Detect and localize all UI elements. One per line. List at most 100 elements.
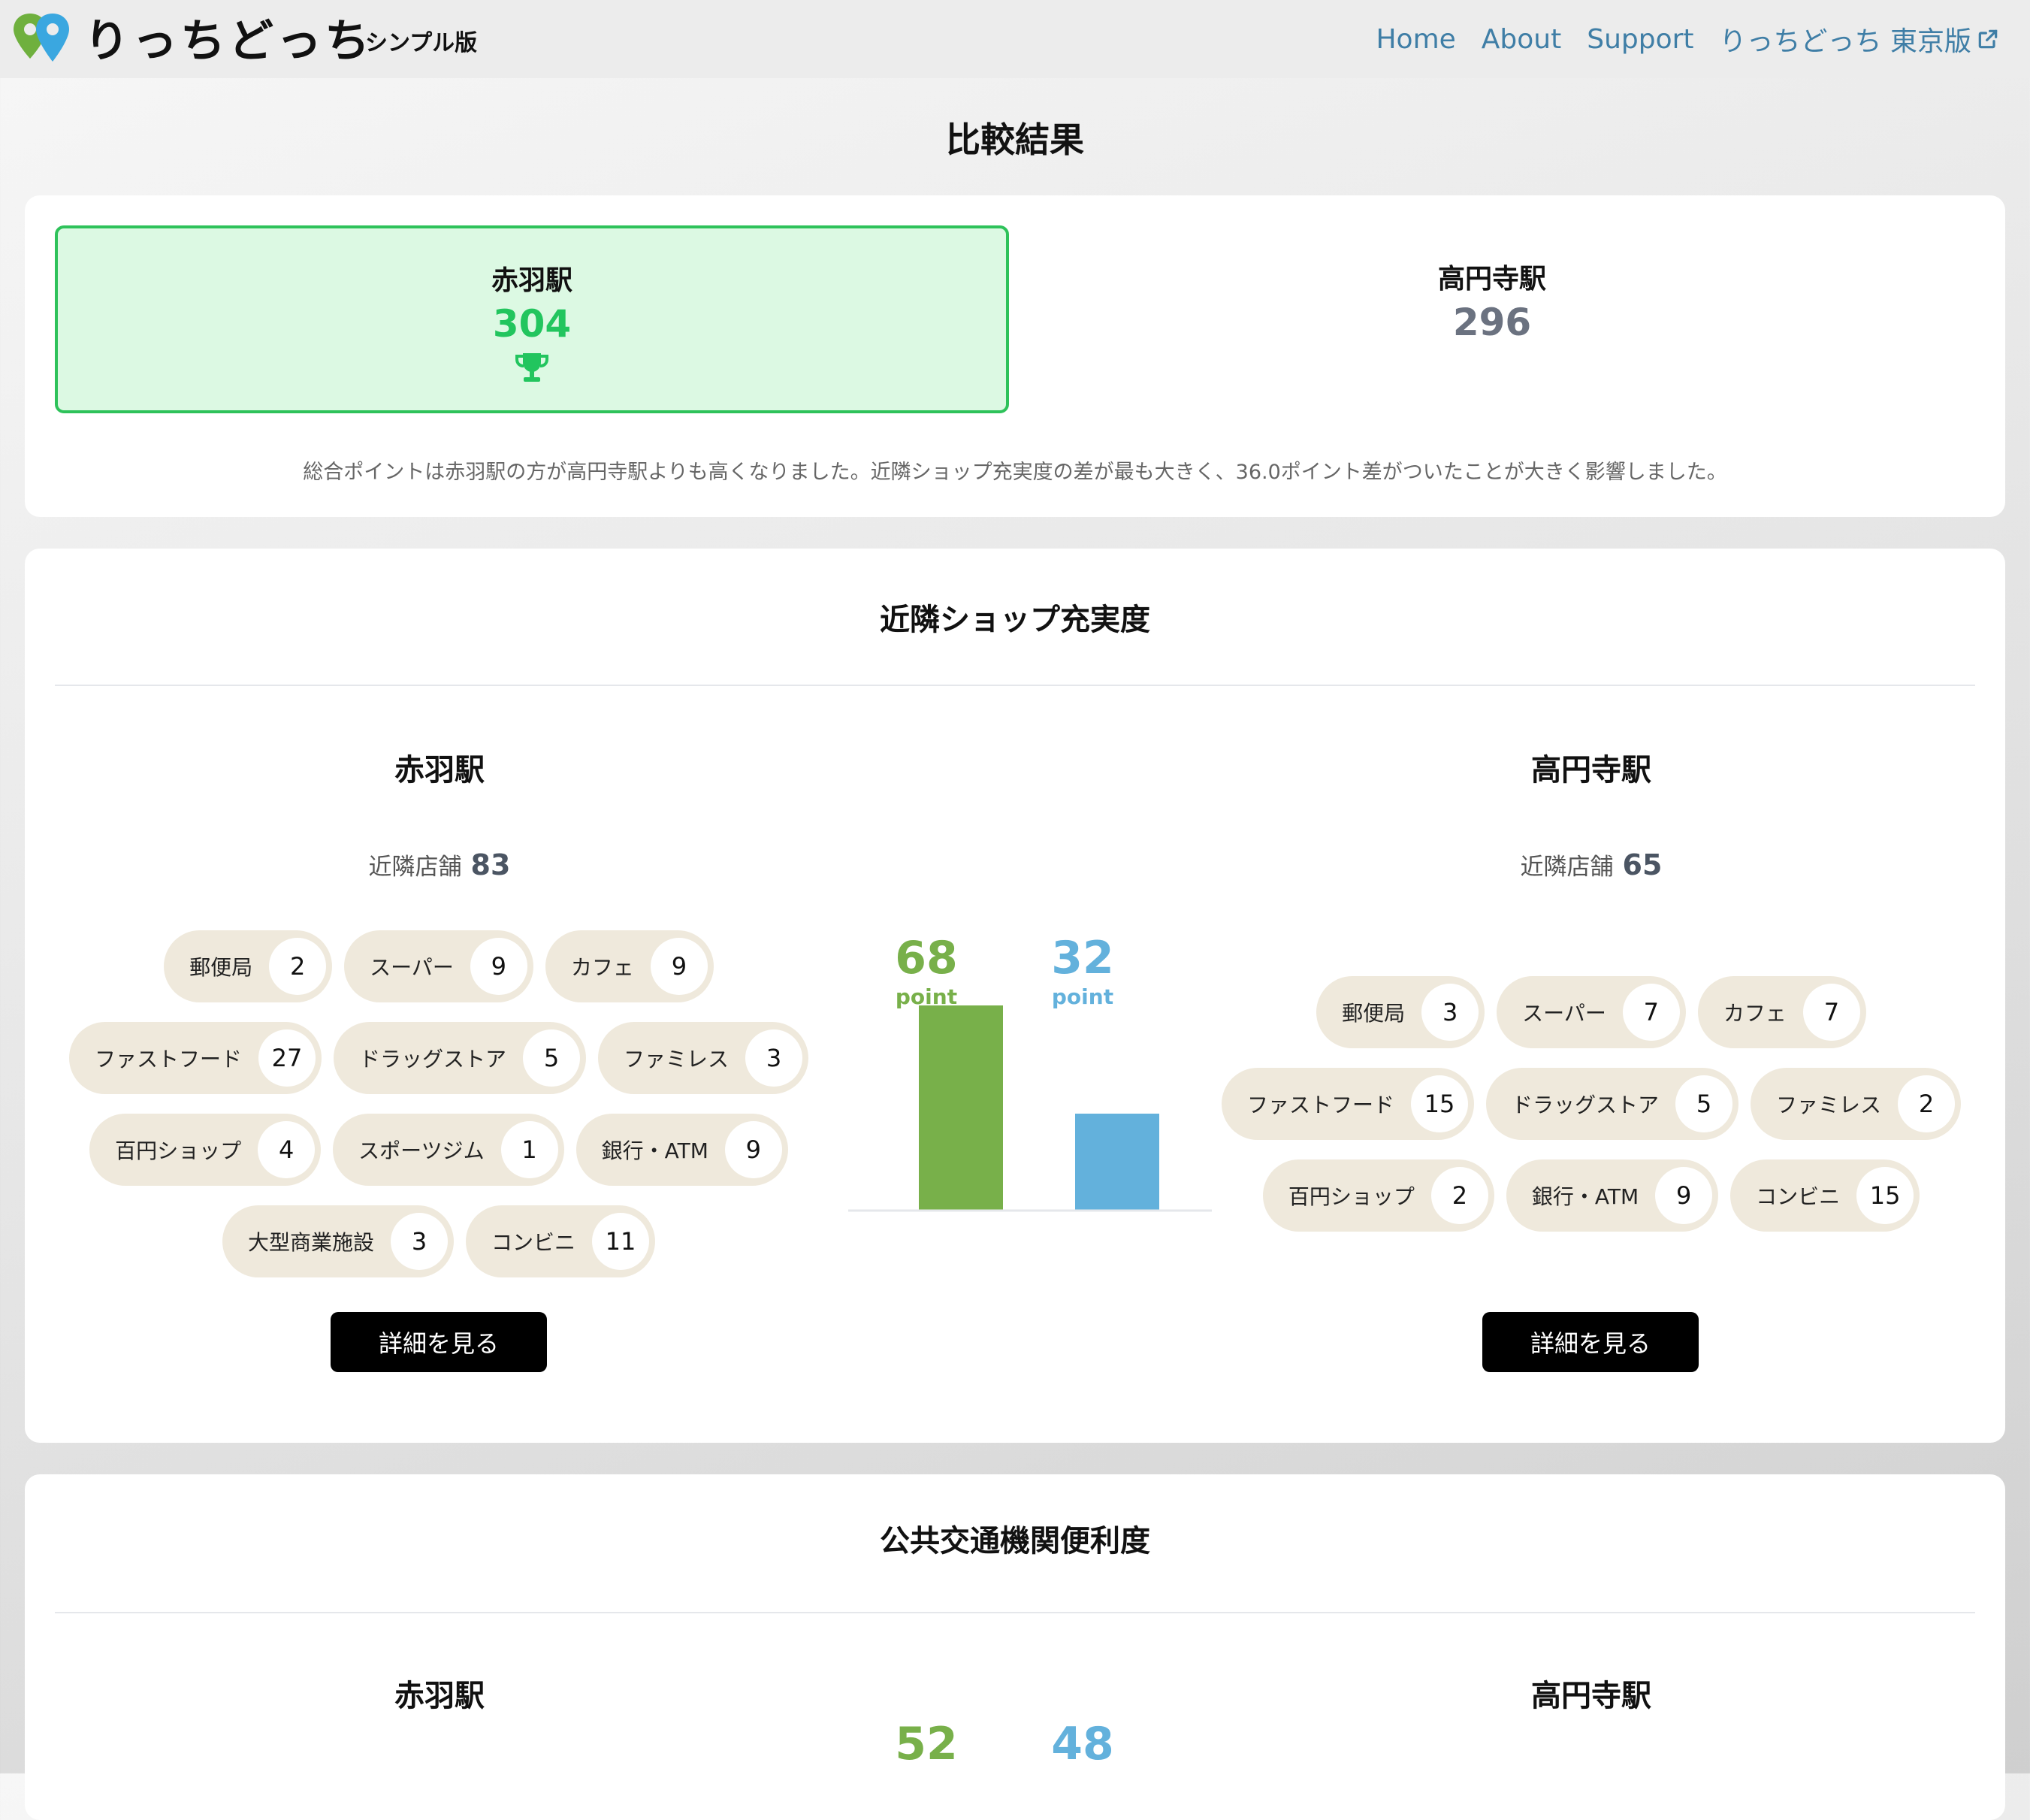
shop-category-label: 百円ショップ [115, 1138, 242, 1163]
shop-chip-row: 大型商業施設 3 コンビニ 11 [0, 1205, 890, 1277]
right-detail-button[interactable]: 詳細を見る [1482, 1312, 1699, 1372]
shop-chip-row: ファストフード 27 ドラッグストア 5 ファミレス 3 [0, 1022, 890, 1094]
shop-category-chip: スポーツジム 1 [333, 1114, 564, 1186]
shop-category-label: 銀行・ATM [601, 1138, 708, 1163]
shop-category-label: ファストフード [1246, 1093, 1394, 1117]
shop-count-value: 83 [470, 848, 511, 881]
nav-tokyo-link[interactable]: りっちどっち 東京版 [1720, 20, 2000, 59]
shop-category-count: 5 [523, 1029, 580, 1087]
shop-category-chip: スーパー 9 [344, 930, 533, 1002]
shop-category-count: 11 [592, 1213, 650, 1270]
loser-score: 296 [1452, 301, 1532, 344]
shop-chip-row: 百円ショップ 4 スポーツジム 1 銀行・ATM 9 [0, 1114, 890, 1186]
transport-right-point-value: 48 [1051, 1718, 1114, 1770]
nav-home-link[interactable]: Home [1376, 20, 1455, 59]
shop-category-count: 2 [1898, 1075, 1956, 1132]
shop-category-label: 郵便局 [1342, 1001, 1406, 1026]
shop-category-label: カフェ [570, 955, 634, 980]
shop-category-count: 4 [258, 1121, 316, 1178]
shops-card: 近隣ショップ充実度 赤羽駅 近隣店舗 83 郵便局 2 スーパー 9 カフェ 9 ファストフー… [25, 549, 2005, 1443]
shop-category-label: ファミレス [624, 1047, 730, 1072]
transport-left-station-name: 赤羽駅 [394, 1679, 485, 1713]
shop-category-chip: 大型商業施設 3 [222, 1205, 454, 1277]
logo-subtitle: シンプル版 [365, 30, 478, 56]
shop-category-count: 5 [1675, 1075, 1732, 1132]
winner-station-name: 赤羽駅 [491, 265, 572, 296]
shop-category-label: カフェ [1723, 1001, 1787, 1026]
shop-category-chip: 百円ショップ 2 [1262, 1159, 1494, 1232]
shop-category-label: 銀行・ATM [1531, 1184, 1639, 1209]
shop-category-label: ドラッグストア [358, 1047, 506, 1072]
shop-category-chip: カフェ 7 [1697, 976, 1866, 1048]
shop-category-chip: カフェ 9 [545, 930, 714, 1002]
overall-result-card: 赤羽駅 304 高円寺駅 296 総合ポイントは赤羽駅の方が高円寺駅よりも高くな… [25, 195, 2005, 517]
shop-category-label: 百円ショップ [1288, 1184, 1415, 1209]
right-shop-count: 近隣店舗 65 [1366, 848, 1817, 881]
shop-category-count: 3 [1421, 984, 1479, 1041]
logo-pin-icon[interactable] [11, 11, 74, 65]
nav-support-link[interactable]: Support [1587, 20, 1693, 59]
transport-left-point-value: 52 [895, 1718, 958, 1770]
top-nav: Home About Support りっちどっち 東京版 [1376, 20, 2000, 59]
bar-right [1075, 1114, 1159, 1210]
shop-category-chip: 銀行・ATM 9 [575, 1114, 788, 1186]
app-header: りっちどっち シンプル版 Home About Support りっちどっち 東… [0, 0, 2030, 78]
transport-section-title: 公共交通機関便利度 [880, 1524, 1150, 1558]
transport-card: 公共交通機関便利度 赤羽駅 高円寺駅 52 48 [25, 1474, 2005, 1820]
shop-category-count: 27 [258, 1029, 316, 1087]
nav-about-link[interactable]: About [1482, 20, 1561, 59]
left-shop-count: 近隣店舗 83 [214, 848, 665, 881]
shop-category-chip: 百円ショップ 4 [89, 1114, 322, 1186]
shop-chip-row: ファストフード 15 ドラッグストア 5 ファミレス 2 [1140, 1068, 2030, 1140]
shop-category-label: ファストフード [94, 1047, 242, 1072]
shop-category-count: 9 [1655, 1167, 1713, 1224]
shop-category-label: コンビニ [491, 1230, 576, 1255]
divider [55, 1612, 1975, 1613]
bar-left [919, 1005, 1003, 1210]
shop-category-chip: ドラッグストア 5 [1485, 1068, 1738, 1140]
shop-category-chip: ファストフード 15 [1221, 1068, 1474, 1140]
shop-category-count: 9 [650, 938, 708, 995]
shop-category-count: 3 [391, 1213, 448, 1270]
shop-category-label: ドラッグストア [1511, 1093, 1659, 1117]
external-link-icon [1978, 29, 1998, 49]
winner-score-box: 赤羽駅 304 [55, 225, 1009, 413]
shop-category-label: コンビニ [1756, 1184, 1841, 1209]
shop-category-count: 15 [1856, 1167, 1914, 1224]
shop-category-count: 15 [1410, 1075, 1468, 1132]
shop-category-count: 7 [1622, 984, 1680, 1041]
nav-tokyo-label: りっちどっち 東京版 [1719, 26, 1971, 57]
left-detail-button[interactable]: 詳細を見る [331, 1312, 547, 1372]
shop-category-chip: 銀行・ATM 9 [1506, 1159, 1719, 1232]
divider [55, 685, 1975, 686]
shop-category-chip: 郵便局 2 [164, 930, 333, 1002]
shop-category-label: スーパー [370, 955, 454, 980]
shop-category-chip: コンビニ 15 [1730, 1159, 1920, 1232]
shop-category-label: スポーツジム [358, 1138, 485, 1163]
shops-section-title: 近隣ショップ充実度 [880, 603, 1150, 637]
trophy-icon [515, 353, 548, 382]
shop-category-count: 2 [1430, 1167, 1488, 1224]
logo-text[interactable]: りっちどっち [84, 5, 373, 70]
shop-chip-row: 百円ショップ 2 銀行・ATM 9 コンビニ 15 [1140, 1159, 2030, 1232]
shop-category-count: 9 [470, 938, 527, 995]
shop-count-value: 65 [1622, 848, 1663, 881]
shop-category-chip: ファミレス 2 [1751, 1068, 1962, 1140]
shop-category-count: 3 [745, 1029, 803, 1087]
shop-category-chip: ドラッグストア 5 [333, 1022, 586, 1094]
shop-category-count: 1 [500, 1121, 558, 1178]
shop-count-label: 近隣店舗 [1520, 854, 1614, 881]
result-summary: 総合ポイントは赤羽駅の方が高円寺駅よりも高くなりました。近隣ショップ充実度の差が… [303, 461, 1727, 484]
shop-category-count: 7 [1802, 984, 1860, 1041]
shop-category-label: 大型商業施設 [247, 1230, 374, 1255]
loser-score-box: 高円寺駅 296 [1015, 225, 1969, 413]
shop-category-label: 郵便局 [189, 955, 253, 980]
shop-category-chip: ファストフード 27 [68, 1022, 322, 1094]
left-station-name: 赤羽駅 [394, 753, 485, 788]
shop-category-chip: 郵便局 3 [1316, 976, 1485, 1048]
shop-category-count: 9 [724, 1121, 782, 1178]
shop-category-label: ファミレス [1776, 1093, 1882, 1117]
shop-category-chip: ファミレス 3 [598, 1022, 809, 1094]
transport-right-station-name: 高円寺駅 [1531, 1679, 1651, 1713]
winner-score: 304 [492, 302, 572, 346]
